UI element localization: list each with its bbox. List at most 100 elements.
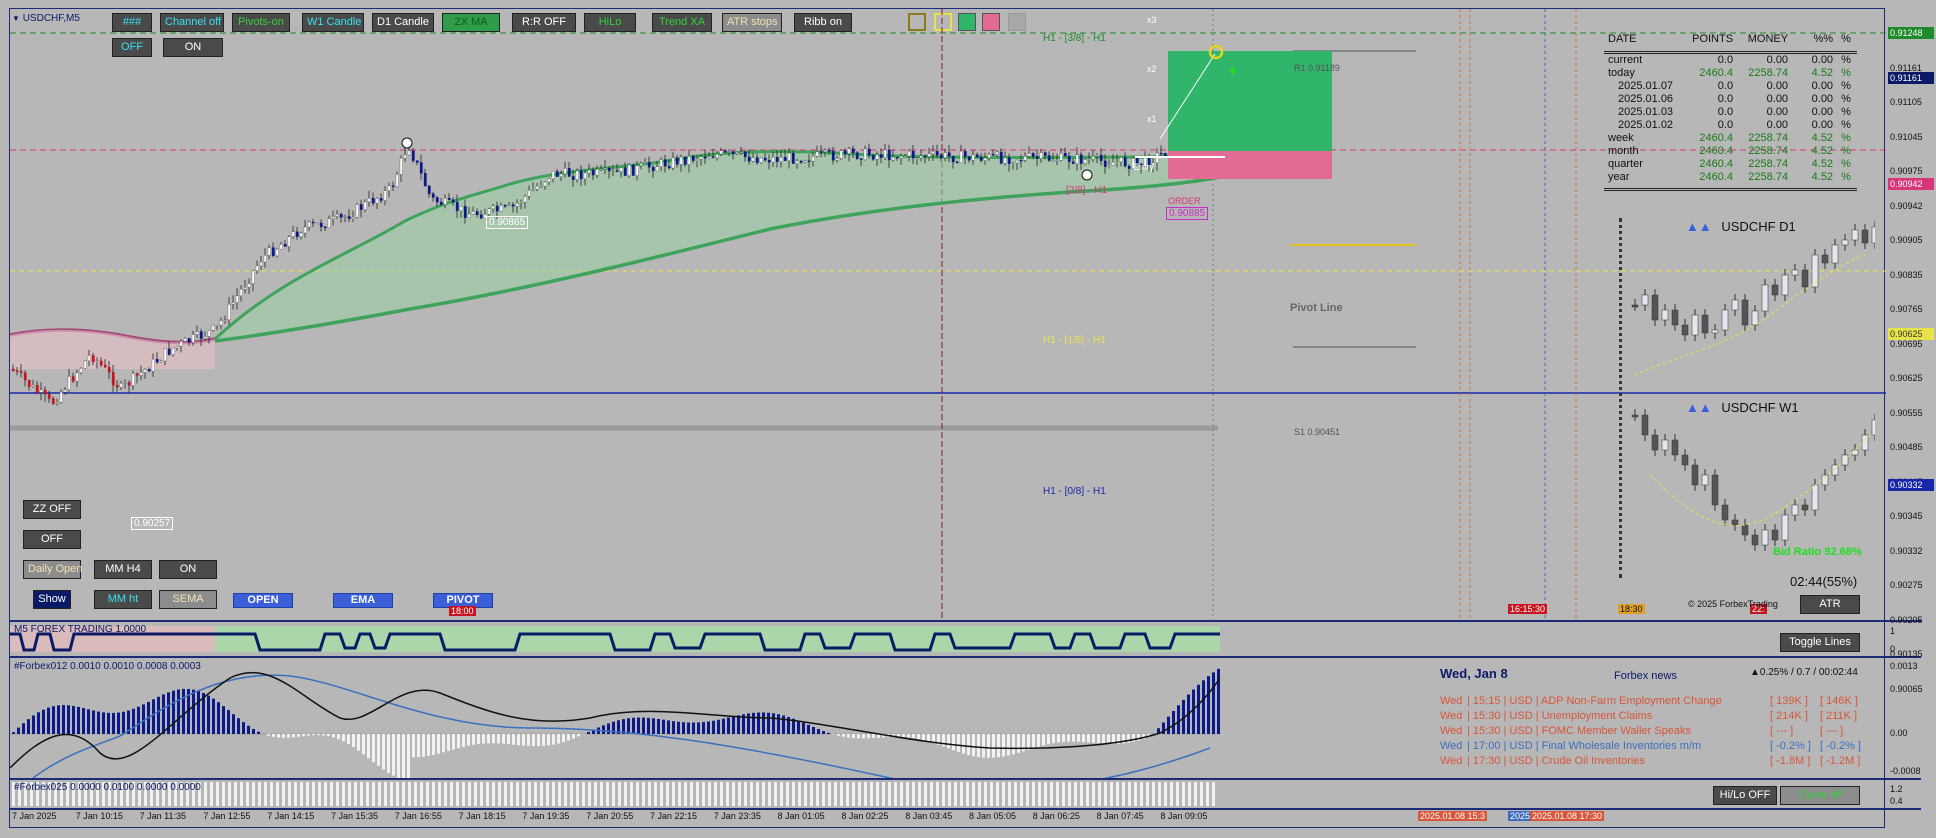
mm-ht-button[interactable]: MM ht <box>94 590 152 609</box>
candle-body <box>179 341 183 347</box>
open-button[interactable]: OPEN <box>233 593 293 608</box>
candle-body <box>583 172 587 180</box>
indicator3-bar <box>636 782 639 806</box>
indicator3-bar <box>270 782 273 806</box>
histogram-bar <box>407 734 410 778</box>
candle-body <box>567 168 571 177</box>
candle-body <box>119 383 123 388</box>
histogram-bar <box>152 699 155 734</box>
candle-body <box>15 370 19 372</box>
mini-candle-body <box>1761 284 1769 312</box>
swing-marker-2 <box>1081 169 1093 181</box>
time-tag-1615: 16:15:30 <box>1508 604 1548 614</box>
histogram-bar <box>1037 734 1040 747</box>
time-tag-1830: 18:30 <box>1618 604 1645 614</box>
candle-body <box>59 391 63 403</box>
ema-button[interactable]: EMA <box>333 593 393 608</box>
candle-body <box>647 162 651 168</box>
histogram-bar <box>562 734 565 743</box>
price-axis[interactable]: 0.91248 0.91161 0.91105 0.91045 0.90975 0.909… <box>1886 8 1936 828</box>
indicator-forbex012[interactable] <box>10 658 1220 778</box>
histogram-bar <box>307 734 310 736</box>
price-tick: 0.90625 <box>1890 373 1923 383</box>
news-item[interactable]: Wed | 15:30 | USD | FOMC Member Waller Sp… <box>1440 725 1880 739</box>
indicator3-bar <box>390 782 393 806</box>
candle-body <box>747 156 751 162</box>
sema-button[interactable]: SEMA <box>159 590 217 609</box>
candle-body <box>627 164 631 176</box>
time-tick: 7 Jan 19:35 <box>522 811 570 821</box>
candle-body <box>411 150 415 161</box>
news-item[interactable]: Wed | 15:15 | USD | ADP Non-Farm Employme… <box>1440 695 1880 709</box>
time-tick: 8 Jan 02:25 <box>841 811 889 821</box>
price-tick: 0.90065 <box>1890 683 1923 694</box>
candle-body <box>795 160 799 164</box>
histogram-bar <box>907 734 910 738</box>
cycle-off-button[interactable]: Cycle off <box>1780 786 1860 805</box>
atr-button[interactable]: ATR <box>1800 595 1860 614</box>
candle-body <box>923 155 927 158</box>
price-tick: 0.91045 <box>1890 131 1923 142</box>
candle-body <box>455 202 459 211</box>
indicator3-bar <box>996 782 999 806</box>
time-tick: 8 Jan 09:05 <box>1160 811 1208 821</box>
price-tag-0-90885: 0.90885 <box>1166 207 1209 220</box>
candle-body <box>763 157 767 161</box>
candle-body <box>671 157 675 169</box>
candle-body <box>131 373 135 386</box>
indicator-forex-trading[interactable] <box>10 622 1220 656</box>
indicator3-bar <box>360 782 363 806</box>
mini-candle-body <box>1631 414 1639 418</box>
candle-body <box>399 158 403 175</box>
news-item[interactable]: Wed | 17:00 | USD | Final Wholesale Inven… <box>1440 740 1880 754</box>
price-label-magenta: 0.90942 <box>1888 178 1934 190</box>
mm-on-button[interactable]: ON <box>159 560 217 579</box>
histogram-bar <box>557 734 560 744</box>
indicator3-bar <box>456 782 459 806</box>
mm-h4-button[interactable]: MM H4 <box>94 560 152 579</box>
candle-body <box>563 168 567 175</box>
histogram-bar <box>767 712 770 734</box>
indicator3-bar <box>1068 782 1071 806</box>
candle-body <box>163 348 167 362</box>
daily-open-button[interactable]: Daily Open <box>23 560 82 579</box>
price-label-top-green: 0.91248 <box>1888 27 1934 39</box>
indicator3-bar <box>660 782 663 806</box>
candle-body <box>991 154 995 156</box>
price-tick: 0.90765 <box>1890 304 1923 314</box>
candle-body <box>835 158 839 161</box>
histogram-bar <box>162 694 165 734</box>
green-dot <box>1230 68 1236 74</box>
indicator3-bar <box>498 782 501 806</box>
histogram-bar <box>1032 734 1035 749</box>
show-button[interactable]: Show <box>33 590 71 609</box>
candle-body <box>1119 157 1123 162</box>
candle-body <box>259 261 263 267</box>
zz-off-button[interactable]: OFF <box>23 530 81 549</box>
histogram-bar <box>857 734 860 739</box>
candle-body <box>639 163 643 166</box>
indicator3-bar <box>540 782 543 806</box>
mini-candle-body <box>1641 414 1649 436</box>
histogram-bar <box>707 721 710 734</box>
indicator3-bar <box>684 782 687 806</box>
news-item[interactable]: Wed | 15:30 | USD | Unemployment Claims[ … <box>1440 710 1880 724</box>
histogram-bar <box>1002 734 1005 757</box>
time-tick: 7 Jan 2025 <box>12 811 57 821</box>
hilo-off-button[interactable]: Hi/Lo OFF <box>1713 786 1777 805</box>
histogram-bar <box>532 734 535 747</box>
candle-body <box>63 389 67 393</box>
histogram-bar <box>512 734 515 745</box>
indicator3-bar <box>510 782 513 806</box>
news-item[interactable]: Wed | 17:30 | USD | Crude Oil Inventories… <box>1440 755 1880 769</box>
histogram-bar <box>122 711 125 734</box>
toggle-lines-button[interactable]: Toggle Lines <box>1780 633 1860 652</box>
histogram-bar <box>782 715 785 734</box>
price-tick: 0.90695 <box>1890 338 1923 349</box>
candle-body <box>279 244 283 250</box>
candle-body <box>263 255 267 263</box>
indicator3-bar <box>1128 782 1131 806</box>
zz-toggle-button[interactable]: ZZ OFF <box>23 500 81 519</box>
panel-separator-4[interactable] <box>10 808 1921 810</box>
mini-candle-body <box>1791 504 1799 516</box>
